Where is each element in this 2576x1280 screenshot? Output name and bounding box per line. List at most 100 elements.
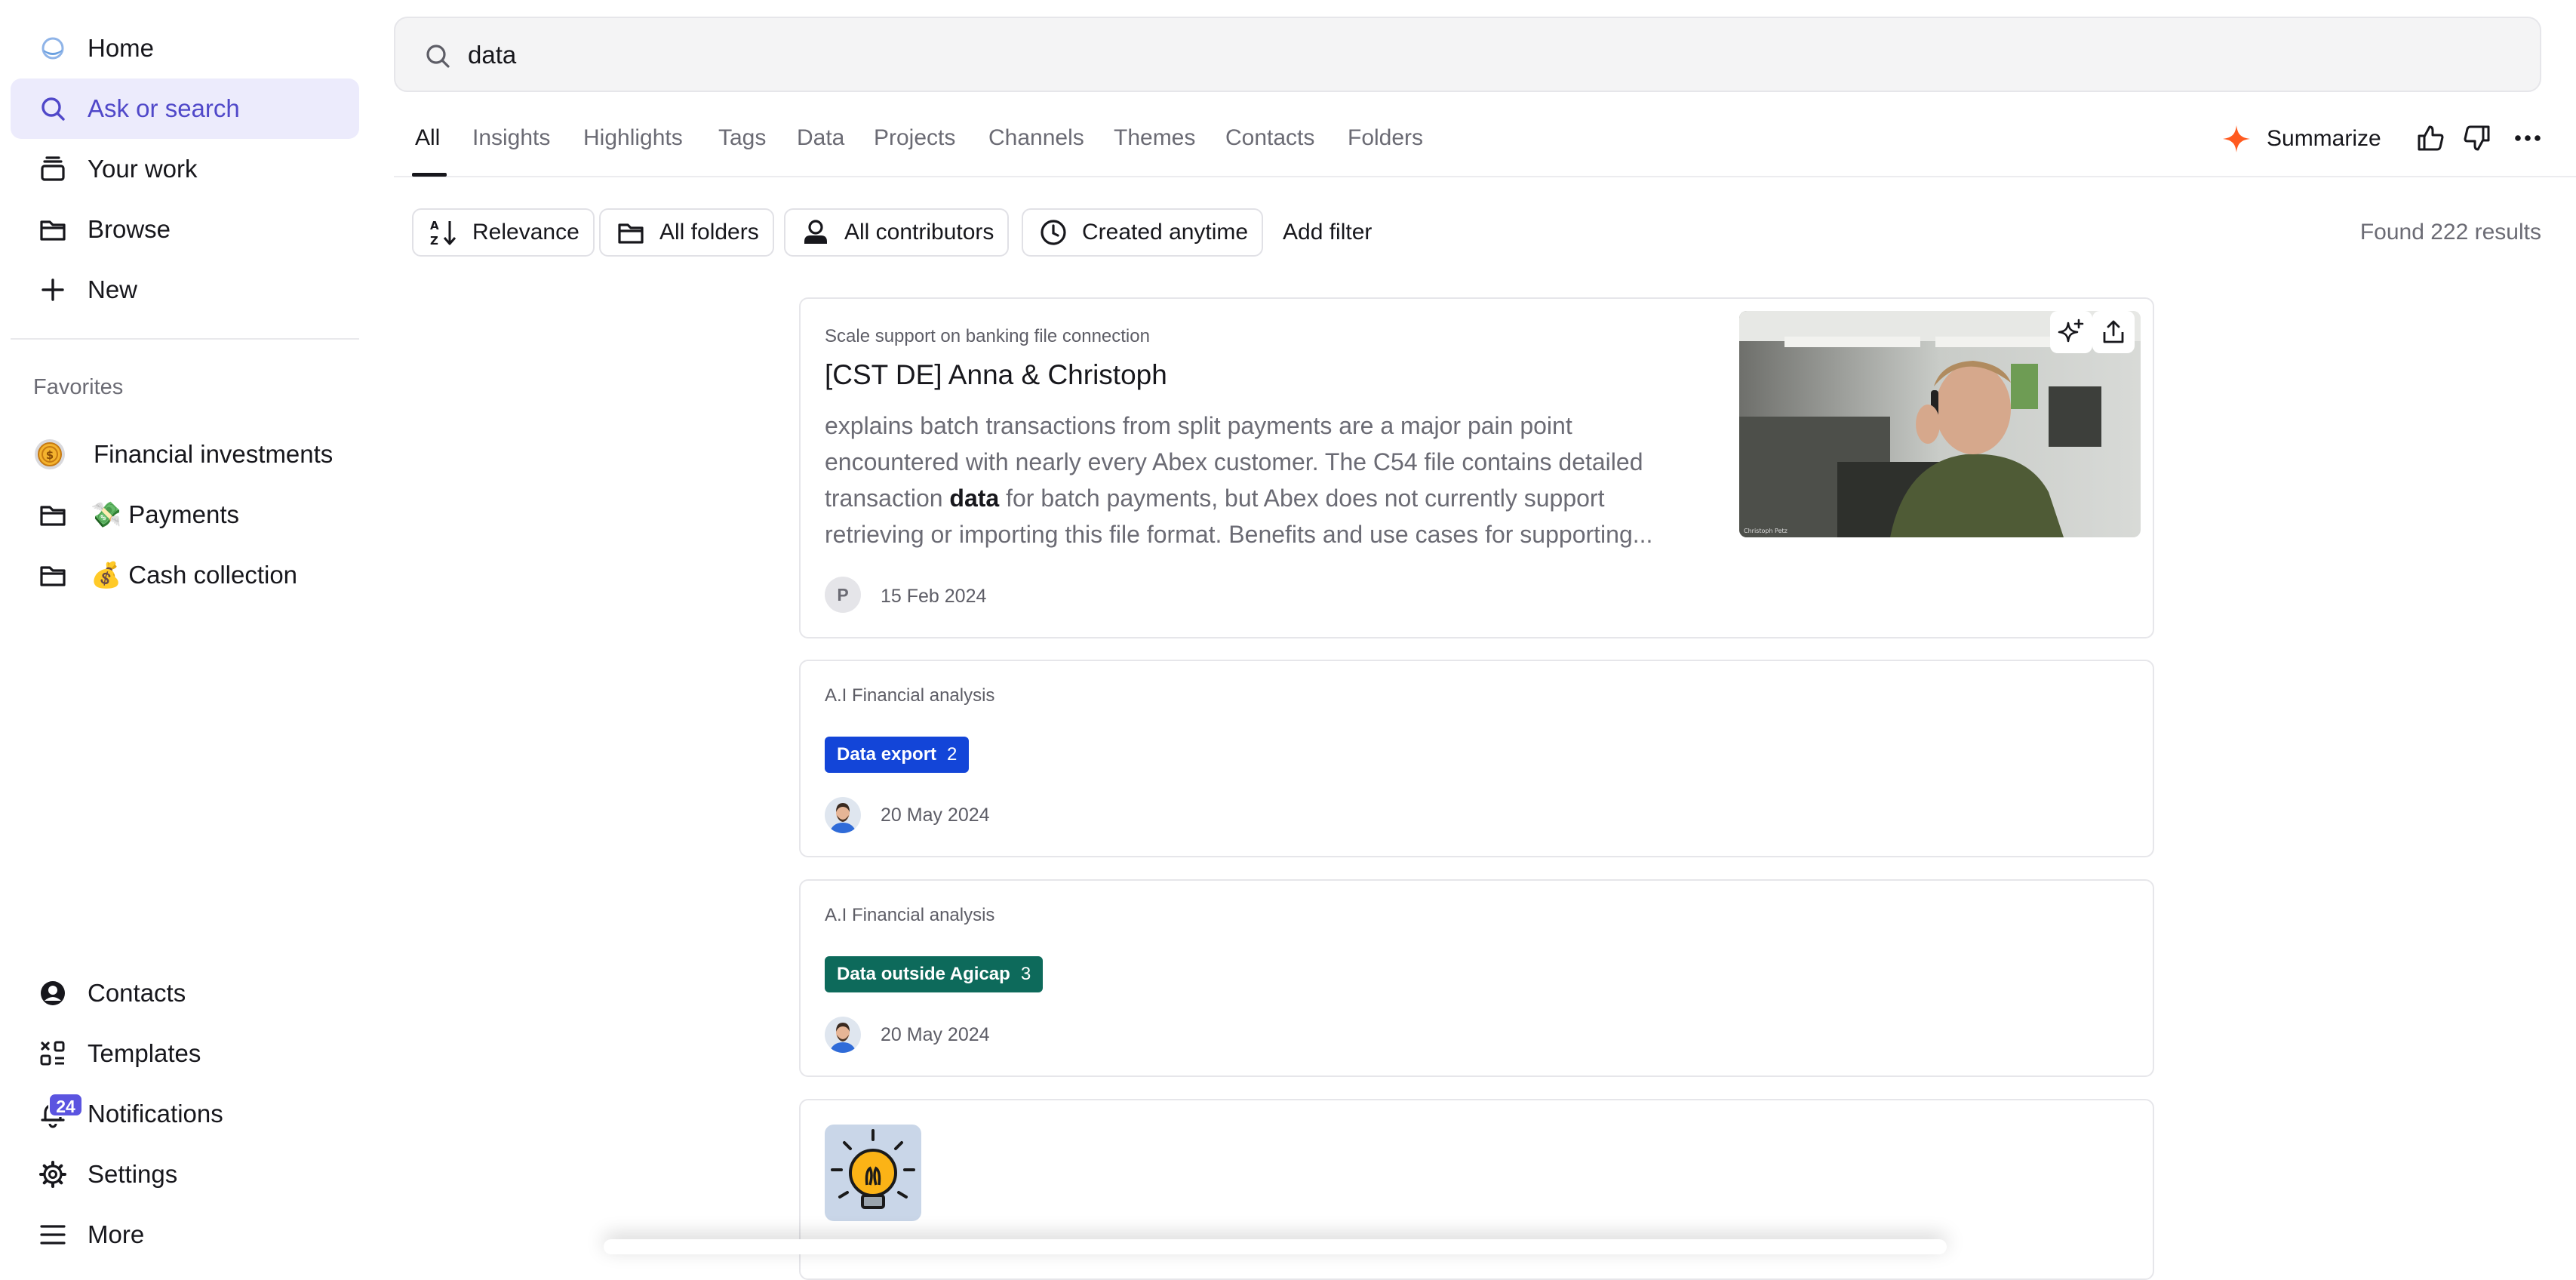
summarize-button[interactable]: Summarize — [2221, 121, 2381, 157]
search-query: data — [468, 41, 517, 69]
chip-label: Relevance — [472, 220, 579, 245]
share-button[interactable] — [2092, 311, 2135, 353]
result-date: 15 Feb 2024 — [881, 586, 987, 607]
result-context: A.I Financial analysis — [825, 905, 995, 925]
sidebar-item-your-work[interactable]: Your work — [11, 139, 359, 199]
sidebar-item-label: Templates — [88, 1039, 201, 1067]
svg-text:Christoph Petz: Christoph Petz — [1744, 528, 1788, 534]
favorite-label: 💰 Cash collection — [91, 560, 298, 589]
folder-icon — [38, 500, 68, 530]
sidebar-item-ask-or-search[interactable]: Ask or search — [11, 78, 359, 139]
all-contributors-filter[interactable]: All contributors — [784, 208, 1010, 257]
favorites-title: Favorites — [33, 375, 124, 399]
add-filter-button[interactable]: Add filter — [1283, 220, 1372, 245]
sidebar-item-more[interactable]: More — [11, 1205, 359, 1265]
active-tab-indicator — [412, 173, 447, 177]
chip-label: Created anytime — [1082, 220, 1249, 245]
favorite-financial-investments[interactable]: $ Financial investments — [11, 426, 359, 483]
sidebar-item-settings[interactable]: Settings — [11, 1144, 359, 1205]
sidebar: Home Ask or search Your work Browse New … — [0, 0, 370, 1248]
chip-label: All folders — [659, 220, 759, 245]
result-card[interactable]: A.I Financial analysis Data export 2 20 … — [799, 660, 2154, 857]
ai-sparkle-button[interactable] — [2050, 311, 2092, 353]
templates-icon — [38, 1038, 68, 1069]
user-icon — [801, 217, 831, 248]
sidebar-item-label: More — [88, 1220, 145, 1248]
search-icon — [423, 41, 453, 71]
thumbs-down-icon[interactable] — [2463, 123, 2493, 153]
sidebar-item-label: Home — [88, 34, 155, 62]
tab-insights[interactable]: Insights — [472, 125, 550, 151]
result-context: Scale support on banking file connection — [825, 326, 1150, 346]
folder-icon — [38, 560, 68, 590]
favorite-cash-collection[interactable]: 💰 Cash collection — [11, 546, 359, 604]
sidebar-item-new[interactable]: New — [11, 260, 359, 320]
menu-icon — [38, 1220, 68, 1250]
lightbulb-icon — [825, 1125, 921, 1221]
search-highlight: data — [949, 485, 1000, 512]
svg-text:$: $ — [46, 448, 54, 462]
avatar: P — [825, 577, 861, 613]
notification-count-badge: 24 — [48, 1093, 83, 1117]
tab-highlights[interactable]: Highlights — [583, 125, 683, 151]
avatar — [825, 1017, 861, 1053]
sidebar-item-label: Notifications — [88, 1100, 223, 1128]
tab-contacts[interactable]: Contacts — [1225, 125, 1314, 151]
tag-badge[interactable]: Data export 2 — [825, 737, 970, 773]
sidebar-item-label: Settings — [88, 1160, 178, 1188]
gear-icon — [38, 1159, 68, 1189]
sidebar-item-label: New — [88, 275, 138, 303]
result-card[interactable]: A.I Financial analysis Data outside Agic… — [799, 879, 2154, 1077]
thumbs-up-icon[interactable] — [2415, 123, 2445, 153]
tab-channels[interactable]: Channels — [988, 125, 1084, 151]
stack-icon — [38, 154, 68, 184]
share-icon — [2100, 318, 2127, 346]
sort-relevance-button[interactable]: AZ Relevance — [412, 208, 595, 257]
sidebar-item-label: Your work — [88, 155, 198, 183]
svg-text:Z: Z — [430, 234, 438, 248]
clock-icon — [1038, 217, 1068, 248]
sparkle-icon — [2221, 124, 2252, 154]
tab-folders[interactable]: Folders — [1348, 125, 1423, 151]
chip-label: All contributors — [844, 220, 994, 245]
tabs-divider — [394, 176, 2576, 177]
result-date: 20 May 2024 — [881, 805, 990, 826]
sidebar-item-home[interactable]: Home — [11, 18, 359, 78]
result-card[interactable]: Scale support on banking file connection… — [799, 297, 2154, 638]
favorite-payments[interactable]: 💸 Payments — [11, 486, 359, 543]
more-options-icon[interactable] — [2513, 123, 2543, 153]
result-snippet: explains batch transactions from split p… — [825, 412, 1653, 548]
all-folders-filter[interactable]: All folders — [599, 208, 774, 257]
tab-data[interactable]: Data — [797, 125, 844, 151]
sidebar-item-contacts[interactable]: Contacts — [11, 963, 359, 1023]
tag-count: 2 — [947, 744, 958, 765]
sidebar-item-templates[interactable]: Templates — [11, 1023, 359, 1084]
coin-icon: $ — [33, 438, 66, 471]
sidebar-item-label: Contacts — [88, 979, 186, 1007]
search-input[interactable]: data — [394, 17, 2541, 92]
results-count: Found 222 results — [2359, 220, 2541, 245]
sidebar-item-label: Browse — [88, 215, 171, 243]
tag-badge[interactable]: Data outside Agicap 3 — [825, 956, 1044, 992]
tab-projects[interactable]: Projects — [874, 125, 955, 151]
tag-label: Data export — [837, 744, 937, 765]
avatar — [825, 797, 861, 833]
result-title[interactable]: [CST DE] Anna & Christoph — [825, 359, 1167, 391]
favorite-label: 💸 Payments — [91, 500, 239, 528]
summarize-label: Summarize — [2267, 126, 2381, 151]
tag-label: Data outside Agicap — [837, 964, 1010, 984]
tab-all[interactable]: All — [415, 125, 440, 151]
favorite-label: Financial investments — [94, 440, 334, 468]
floating-panel-edge — [604, 1239, 1947, 1254]
search-icon — [38, 94, 68, 124]
result-date: 20 May 2024 — [881, 1024, 990, 1045]
tab-tags[interactable]: Tags — [718, 125, 766, 151]
tab-themes[interactable]: Themes — [1114, 125, 1195, 151]
sidebar-divider — [11, 338, 359, 340]
created-anytime-filter[interactable]: Created anytime — [1022, 208, 1264, 257]
sidebar-item-browse[interactable]: Browse — [11, 199, 359, 260]
folder-icon — [616, 217, 646, 248]
user-circle-icon — [38, 978, 68, 1008]
sparkle-plus-icon — [2058, 318, 2085, 346]
home-icon — [38, 33, 68, 63]
